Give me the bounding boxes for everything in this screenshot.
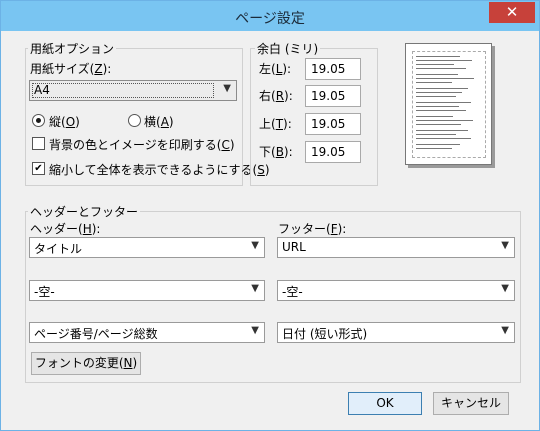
preview-text-line — [416, 116, 453, 117]
portrait-radio[interactable] — [32, 114, 45, 127]
preview-text-line — [416, 148, 452, 149]
paper-options-legend: 用紙オプション — [28, 40, 117, 57]
preview-text-line — [416, 82, 452, 83]
print-background-checkbox[interactable] — [32, 137, 45, 150]
chevron-down-icon: ▼ — [223, 83, 231, 94]
window-title: ページ設定 — [235, 11, 305, 27]
preview-text-line — [416, 124, 461, 125]
page-preview — [405, 43, 492, 165]
footer-left-select[interactable]: URL ▼ — [277, 237, 515, 258]
header-label: ヘッダー(H): — [30, 222, 101, 236]
margin-right-label: 右(R): — [259, 89, 293, 103]
margin-left-input[interactable]: 19.05 — [305, 58, 361, 80]
preview-text-line — [416, 74, 458, 75]
margin-bottom-label: 下(B): — [259, 145, 293, 159]
margins-legend: 余白 (ミリ) — [255, 40, 321, 57]
margin-top-input[interactable]: 19.05 — [305, 113, 361, 135]
cancel-button[interactable]: キャンセル — [433, 392, 509, 415]
preview-text-line — [416, 110, 466, 111]
footer-label: フッター(F): — [278, 222, 347, 236]
chevron-down-icon: ▼ — [501, 325, 509, 336]
header-center-select[interactable]: -空- ▼ — [29, 280, 265, 301]
chevron-down-icon: ▼ — [251, 325, 259, 336]
preview-text-line — [416, 64, 454, 65]
change-font-button[interactable]: フォントの変更(N) — [31, 352, 141, 375]
chevron-down-icon: ▼ — [501, 240, 509, 251]
preview-text-line — [416, 134, 456, 135]
preview-text-line — [416, 130, 468, 131]
preview-text-line — [416, 88, 468, 89]
close-button[interactable]: ✕ — [489, 2, 535, 23]
footer-right-select[interactable]: 日付 (短い形式) ▼ — [277, 322, 515, 343]
header-right-select[interactable]: ページ番号/ページ総数 ▼ — [29, 322, 265, 343]
print-background-label[interactable]: 背景の色とイメージを印刷する(C) — [49, 136, 235, 153]
preview-text-line — [416, 144, 460, 145]
chevron-down-icon: ▼ — [251, 283, 259, 294]
preview-text-line — [416, 56, 460, 57]
chevron-down-icon: ▼ — [501, 283, 509, 294]
checkmark-icon: ✔ — [34, 163, 43, 174]
preview-text-line — [416, 106, 459, 107]
preview-text-line — [416, 92, 462, 93]
page-setup-dialog: ページ設定 ✕ 用紙オプション 用紙サイズ(Z): A4 ▼ 縦(O) 横(A)… — [0, 0, 540, 431]
title-bar[interactable]: ページ設定 ✕ — [1, 1, 539, 31]
chevron-down-icon: ▼ — [251, 240, 259, 251]
shrink-to-fit-checkbox[interactable]: ✔ — [32, 162, 45, 175]
header-footer-legend: ヘッダーとフッター — [28, 203, 141, 220]
footer-center-select[interactable]: -空- ▼ — [277, 280, 515, 301]
margin-right-input[interactable]: 19.05 — [305, 85, 361, 107]
landscape-radio[interactable] — [128, 114, 141, 127]
preview-text-line — [416, 68, 466, 69]
margin-top-label: 上(T): — [259, 117, 292, 131]
preview-text-line — [416, 60, 472, 61]
preview-text-line — [416, 120, 473, 121]
margin-bottom-input[interactable]: 19.05 — [305, 141, 361, 163]
preview-text-line — [416, 78, 474, 79]
paper-size-label: 用紙サイズ(Z): — [30, 62, 112, 76]
header-left-select[interactable]: タイトル ▼ — [29, 237, 265, 258]
preview-text-line — [416, 96, 456, 97]
close-icon: ✕ — [505, 3, 519, 21]
margin-left-label: 左(L): — [259, 62, 292, 76]
paper-size-select[interactable]: A4 ▼ — [29, 80, 237, 101]
preview-text-line — [416, 102, 471, 103]
portrait-label[interactable]: 縦(O) — [49, 113, 80, 130]
paper-size-value: A4 — [34, 83, 50, 97]
landscape-label[interactable]: 横(A) — [144, 113, 174, 130]
shrink-to-fit-label[interactable]: 縮小して全体を表示できるようにする(S) — [49, 161, 270, 178]
preview-text-line — [416, 138, 471, 139]
ok-button[interactable]: OK — [348, 392, 422, 415]
